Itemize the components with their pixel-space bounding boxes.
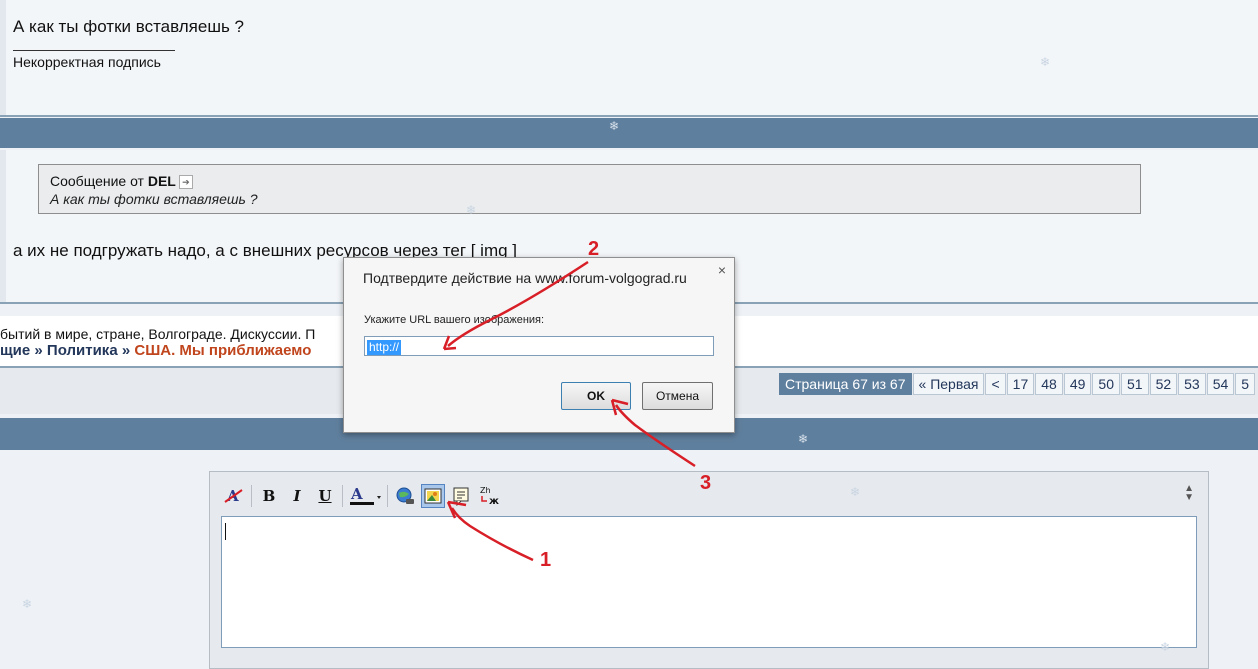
bold-icon[interactable]: B bbox=[257, 484, 281, 508]
ok-button[interactable]: OK bbox=[561, 382, 631, 410]
quote-author[interactable]: DEL bbox=[148, 173, 176, 189]
breadcrumb-separator: » bbox=[121, 342, 131, 359]
insert-link-icon[interactable] bbox=[393, 484, 417, 508]
page-link[interactable]: 54 bbox=[1206, 373, 1235, 395]
annotation-label-2: 2 bbox=[588, 238, 600, 260]
message-textarea[interactable] bbox=[221, 516, 1197, 648]
snowflake-icon: ❄ bbox=[850, 485, 861, 499]
quote-icon[interactable] bbox=[449, 484, 473, 508]
snowflake-icon: ❄ bbox=[22, 597, 33, 611]
page-link[interactable]: 50 bbox=[1092, 373, 1120, 395]
font-color-icon[interactable]: A bbox=[348, 484, 382, 508]
page-link[interactable]: 53 bbox=[1178, 373, 1206, 395]
translit-icon[interactable]: Zh ж bbox=[477, 484, 501, 508]
signature-divider bbox=[13, 50, 175, 51]
page-link[interactable]: 49 bbox=[1063, 373, 1092, 395]
post-1: А как ты фотки вставляешь ? Некорректная… bbox=[0, 0, 1258, 116]
prev-page-link[interactable]: < bbox=[985, 373, 1006, 395]
snowflake-icon: ❄ bbox=[609, 119, 620, 133]
post-signature: Некорректная подпись bbox=[13, 54, 161, 70]
view-post-icon[interactable]: ➔ bbox=[178, 175, 193, 190]
snowflake-icon: ❄ bbox=[1160, 640, 1171, 654]
breadcrumb-item[interactable]: щие bbox=[0, 342, 30, 359]
post-text: А как ты фотки вставляешь ? bbox=[13, 17, 245, 36]
breadcrumb-current: США. Мы приближаемо bbox=[134, 342, 312, 359]
italic-icon[interactable]: I bbox=[285, 484, 309, 508]
close-icon[interactable]: × bbox=[718, 262, 726, 278]
breadcrumb-separator: » bbox=[34, 342, 43, 359]
first-page-link[interactable]: « Первая bbox=[912, 373, 985, 395]
reply-editor: A B I U A Zhж ▲▼ bbox=[209, 471, 1209, 669]
remove-format-icon[interactable]: A bbox=[222, 484, 246, 508]
svg-text:ж: ж bbox=[489, 496, 499, 507]
breadcrumb-item[interactable]: Политика bbox=[47, 342, 118, 359]
page-link[interactable]: 51 bbox=[1120, 373, 1149, 395]
image-url-input[interactable]: http:// bbox=[364, 336, 714, 356]
svg-text:A: A bbox=[350, 485, 363, 503]
snowflake-icon: ❄ bbox=[466, 203, 477, 217]
post-left-border bbox=[0, 0, 6, 116]
forum-description: бытий в мире, стране, Волгограде. Дискус… bbox=[0, 326, 316, 342]
insert-image-icon[interactable] bbox=[421, 484, 445, 508]
underline-icon[interactable]: U bbox=[313, 484, 337, 508]
svg-text:Zh: Zh bbox=[480, 486, 491, 495]
page-link[interactable]: 5 bbox=[1235, 373, 1256, 395]
editor-toolbar: A B I U A Zhж bbox=[222, 482, 505, 510]
editor-resize-toggle[interactable]: ▲ ▼ bbox=[1184, 484, 1194, 503]
page-link[interactable]: 48 bbox=[1035, 373, 1063, 395]
cancel-button[interactable]: Отмена bbox=[642, 382, 713, 410]
post-left-border bbox=[0, 150, 6, 302]
quote-header: Сообщение от DEL ➔ bbox=[50, 173, 193, 190]
pagination: Страница 67 из 67 « Первая < 17 48 49 50… bbox=[779, 373, 1256, 395]
snowflake-icon: ❄ bbox=[1040, 55, 1051, 69]
toolbar-separator bbox=[342, 485, 343, 507]
quote-prefix: Сообщение от bbox=[50, 173, 144, 189]
quote-block: Сообщение от DEL ➔ А как ты фотки вставля… bbox=[38, 164, 1141, 214]
breadcrumb: щие » Политика » США. Мы приближаемо bbox=[0, 342, 311, 359]
post-header-bar bbox=[0, 118, 1258, 148]
snowflake-icon: ❄ bbox=[798, 432, 809, 446]
annotation-label-1: 1 bbox=[540, 549, 552, 571]
selected-text: http:// bbox=[367, 340, 402, 355]
dialog-title: Подтвердите действие на www.forum-volgog… bbox=[363, 270, 687, 286]
divider bbox=[0, 115, 1258, 117]
annotation-label-3: 3 bbox=[700, 472, 712, 494]
toolbar-separator bbox=[251, 485, 252, 507]
toolbar-separator bbox=[387, 485, 388, 507]
page-indicator: Страница 67 из 67 bbox=[779, 373, 912, 395]
page-link[interactable]: 17 bbox=[1006, 373, 1035, 395]
prompt-dialog: Подтвердите действие на www.forum-volgog… bbox=[343, 257, 735, 433]
page-link[interactable]: 52 bbox=[1149, 373, 1178, 395]
quote-text: А как ты фотки вставляешь ? bbox=[50, 191, 258, 207]
text-caret bbox=[225, 523, 226, 540]
dialog-prompt: Укажите URL вашего изображения: bbox=[364, 314, 545, 326]
